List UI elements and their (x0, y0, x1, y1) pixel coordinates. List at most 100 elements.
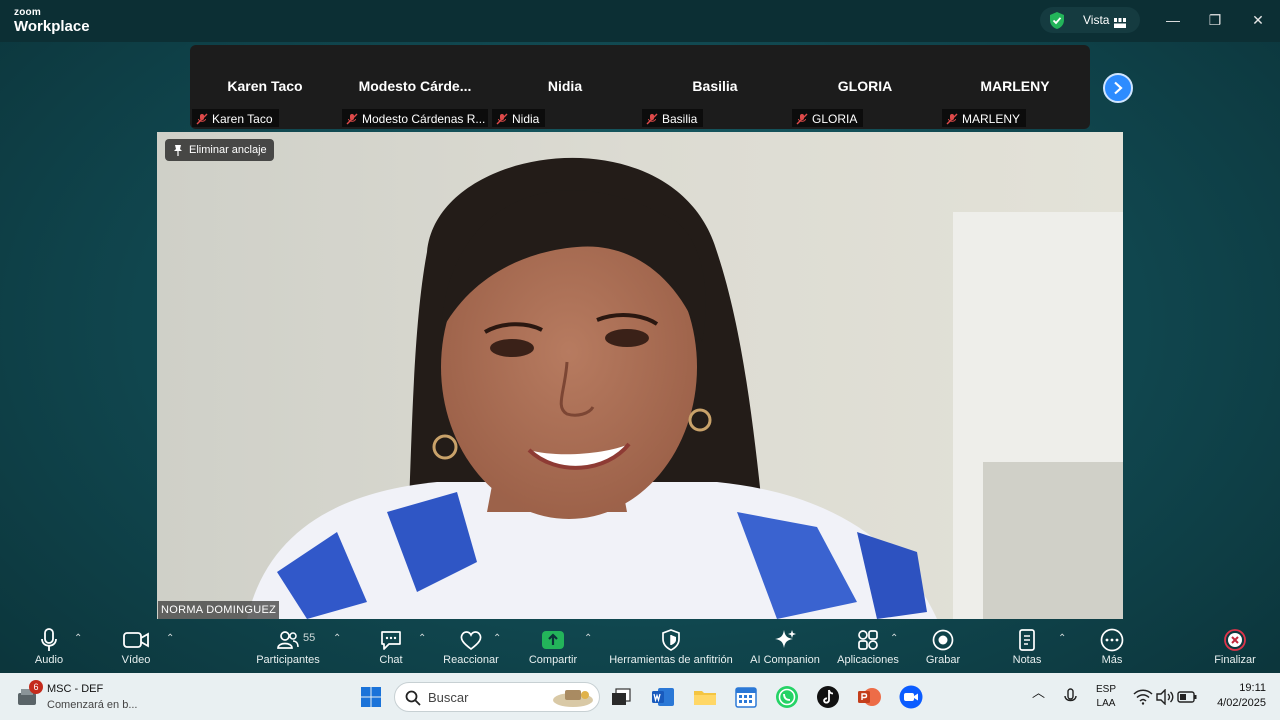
taskbar-search[interactable]: Buscar (394, 682, 600, 712)
apps-options-caret[interactable]: ⌃ (890, 633, 898, 644)
start-button[interactable] (358, 684, 384, 710)
calendar-app[interactable] (733, 684, 759, 710)
tiktok-app[interactable] (815, 684, 841, 710)
participant-nametag-label: Basilia (662, 112, 698, 126)
title-bar: zoom Workplace Vista — ❐ ✕ (0, 0, 1280, 42)
tray-overflow-chevron[interactable]: ︿ (1032, 686, 1045, 700)
participant-tile[interactable]: MARLENY MARLENY (940, 45, 1090, 129)
clock-date: 4/02/2025 (1217, 697, 1266, 709)
chat-bubble-icon (381, 631, 401, 650)
restore-button[interactable]: ❐ (1205, 10, 1225, 30)
unpin-button[interactable]: Eliminar anclaje (165, 139, 274, 161)
share-button[interactable]: Compartir (524, 627, 582, 671)
participant-tile-name: Basilia (692, 78, 738, 94)
layout-code: LAA (1096, 698, 1116, 709)
participant-nametag-label: GLORIA (812, 112, 858, 126)
powerpoint-icon (858, 688, 881, 706)
chat-options-caret[interactable]: ⌃ (418, 633, 426, 644)
participant-tile-name: Karen Taco (227, 78, 303, 94)
main-video[interactable] (157, 132, 1123, 619)
record-button[interactable]: Grabar (922, 627, 964, 671)
speaker-name-tag: NORMA DOMINGUEZ (158, 601, 280, 619)
notes-options-caret[interactable]: ⌃ (1058, 633, 1066, 644)
task-view-button[interactable] (608, 684, 634, 710)
wifi-icon (1133, 689, 1153, 705)
microphone-icon (41, 628, 57, 651)
participant-tile-name: GLORIA (837, 78, 893, 94)
participant-tile[interactable]: Modesto Cárde... Modesto Cárdenas R... (340, 45, 490, 129)
folder-icon (694, 691, 716, 705)
participant-tile[interactable]: GLORIA GLORIA (790, 45, 940, 129)
video-options-caret[interactable]: ⌃ (166, 633, 174, 644)
notes-button[interactable]: Notas (1008, 627, 1046, 671)
react-options-caret[interactable]: ⌃ (493, 633, 501, 644)
calendar-notification[interactable]: 6 MSC - DEF Comenzará en b... (16, 679, 146, 715)
participant-nametag-label: MARLENY (962, 112, 1021, 126)
host-shield-icon (662, 629, 680, 651)
windows-taskbar: 6 MSC - DEF Comenzará en b... Buscar ︿ E… (0, 673, 1280, 720)
unpin-label: Eliminar anclaje (189, 144, 267, 156)
share-options-caret[interactable]: ⌃ (584, 633, 592, 644)
tiktok-icon (817, 686, 839, 708)
taskbar-clock[interactable]: 19:11 4/02/2025 (1206, 681, 1266, 711)
participant-nametag: GLORIA (792, 109, 864, 127)
chat-button[interactable]: Chat (372, 627, 410, 671)
windows-logo-icon (361, 687, 381, 707)
zoom-logo: zoom Workplace (14, 7, 90, 35)
notes-icon (1019, 629, 1035, 651)
keyboard-language[interactable]: ESP LAA (1092, 683, 1120, 711)
participant-nametag-label: Nidia (512, 112, 540, 126)
zoom-app[interactable] (898, 684, 924, 710)
video-button[interactable]: Vídeo (114, 627, 158, 671)
chevron-right-icon (1114, 81, 1123, 95)
audio-button[interactable]: Audio (28, 627, 70, 671)
tray-battery[interactable] (1174, 684, 1200, 710)
apps-label: Aplicaciones (837, 654, 899, 666)
word-icon (652, 688, 674, 706)
whatsapp-icon (776, 686, 798, 708)
logo-zoom-text: zoom (14, 7, 41, 18)
close-window-button[interactable]: ✕ (1248, 10, 1268, 30)
ai-companion-label: AI Companion (750, 654, 820, 666)
notification-badge: 6 (29, 680, 43, 694)
minimize-button[interactable]: — (1163, 10, 1183, 30)
more-button[interactable]: Más (1094, 627, 1130, 671)
sparkle-icon (775, 630, 796, 648)
more-label: Más (1101, 654, 1123, 666)
meeting-toolbar: Audio ⌃ Vídeo ⌃ Participantes 55 ⌃ Chat … (0, 621, 1280, 673)
search-placeholder: Buscar (428, 690, 469, 705)
participant-nametag: MARLENY (942, 109, 1027, 127)
audio-options-caret[interactable]: ⌃ (74, 633, 82, 644)
file-explorer-app[interactable] (692, 684, 718, 710)
notification-subtitle: Comenzará en b... (47, 699, 138, 711)
participant-nametag: Nidia (492, 109, 546, 127)
tray-mic-button[interactable] (1058, 684, 1084, 710)
powerpoint-app[interactable] (856, 684, 882, 710)
participant-tile-name: Nidia (547, 78, 583, 94)
participants-label: Participantes (256, 654, 320, 666)
host-tools-button[interactable]: Herramientas de anfitrión (604, 627, 738, 671)
search-icon (405, 690, 421, 706)
participant-tile[interactable]: Basilia Basilia (640, 45, 790, 129)
participant-strip: Karen Taco Karen Taco Modesto Cárde... M… (190, 45, 1090, 129)
word-app[interactable] (650, 684, 676, 710)
participant-tile[interactable]: Nidia Nidia (490, 45, 640, 129)
mic-muted-icon (196, 113, 208, 125)
next-page-button[interactable] (1103, 73, 1133, 103)
share-screen-icon (542, 631, 564, 649)
ai-companion-button[interactable]: AI Companion (746, 627, 824, 671)
mic-muted-icon (496, 113, 508, 125)
whatsapp-app[interactable] (774, 684, 800, 710)
heart-icon (460, 631, 482, 651)
clock-time: 19:11 (1239, 682, 1266, 694)
end-meeting-button[interactable]: Finalizar (1210, 627, 1260, 671)
task-view-icon (612, 688, 631, 705)
end-call-icon (1224, 629, 1246, 651)
chat-label: Chat (379, 654, 403, 666)
participants-options-caret[interactable]: ⌃ (333, 633, 341, 644)
calendar-icon (735, 687, 757, 708)
apps-icon (858, 630, 878, 650)
view-button[interactable]: Vista (1040, 7, 1140, 33)
participants-count: 55 (303, 632, 316, 644)
participant-tile[interactable]: Karen Taco Karen Taco (190, 45, 340, 129)
